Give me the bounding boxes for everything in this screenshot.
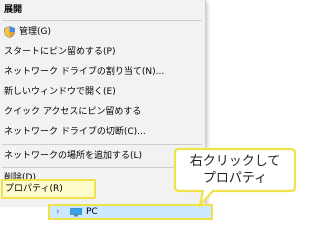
callout-line: プロパティ <box>202 171 268 186</box>
menu-item-properties[interactable]: プロパティ(R) <box>1 179 96 199</box>
pc-icon <box>70 208 82 217</box>
menu-item-disconnect-network-drive[interactable]: ネットワーク ドライブの切断(C)... <box>0 122 205 142</box>
menu-item-label: クイック アクセスにピン留めする <box>4 107 142 117</box>
menu-item-label: プロパティ(R) <box>5 184 63 194</box>
menu-item-expand[interactable]: 展開 <box>0 0 205 20</box>
menu-item-manage[interactable]: 管理(G) <box>0 22 205 42</box>
menu-separator <box>2 144 202 145</box>
callout-line: 右クリックして <box>189 154 281 169</box>
chevron-right-icon[interactable]: › <box>56 206 60 218</box>
menu-item-label: 管理(G) <box>19 27 51 37</box>
tree-item-label: PC <box>86 207 98 217</box>
callout-text: 右クリックして プロパティ <box>183 153 287 187</box>
menu-item-pin-quick-access[interactable]: クイック アクセスにピン留めする <box>0 102 205 122</box>
menu-separator <box>2 20 202 21</box>
menu-item-label: ネットワーク ドライブの切断(C)... <box>4 127 146 137</box>
menu-item-label: スタートにピン留めする(P) <box>4 47 116 57</box>
navigation-pane-background <box>0 207 48 223</box>
shield-icon <box>4 26 15 38</box>
annotation-callout: 右クリックして プロパティ <box>173 147 297 209</box>
menu-item-pin-to-start[interactable]: スタートにピン留めする(P) <box>0 42 205 62</box>
menu-item-map-network-drive[interactable]: ネットワーク ドライブの割り当て(N)... <box>0 62 205 82</box>
menu-item-label: 展開 <box>4 5 23 15</box>
menu-item-label: ネットワーク ドライブの割り当て(N)... <box>4 67 165 77</box>
menu-item-label: 新しいウィンドウで開く(E) <box>4 87 116 97</box>
menu-item-open-new-window[interactable]: 新しいウィンドウで開く(E) <box>0 82 205 102</box>
menu-item-label: ネットワークの場所を追加する(L) <box>4 151 143 161</box>
